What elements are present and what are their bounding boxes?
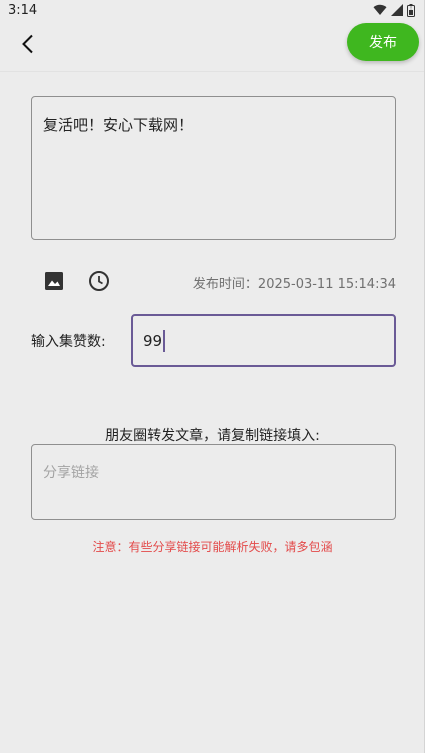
app-bar: 发布: [0, 20, 425, 72]
share-title: 朋友圈转发文章，请复制链接填入:: [105, 428, 320, 444]
content-textarea[interactable]: 复活吧！安心下载网！: [31, 96, 396, 240]
wifi-icon: [373, 4, 387, 16]
likes-input[interactable]: 99: [131, 314, 396, 367]
image-icon[interactable]: [41, 268, 67, 294]
back-button[interactable]: [14, 32, 42, 60]
status-time: 3:14: [8, 2, 38, 18]
tools-row: 发布时间：2025-03-11 15:14:34: [31, 266, 396, 296]
signal-icon: [391, 4, 403, 16]
battery-icon: !: [407, 3, 415, 17]
publish-time-value: 2025-03-11 15:14:34: [257, 277, 396, 292]
likes-value: 99: [143, 331, 163, 350]
status-icons: !: [373, 3, 415, 17]
clock-icon[interactable]: [86, 268, 112, 294]
publish-button[interactable]: 发布: [347, 23, 419, 61]
back-arrow-icon: [21, 34, 35, 58]
status-bar: 3:14 !: [0, 0, 425, 20]
publish-time: 发布时间：2025-03-11 15:14:34: [193, 273, 396, 292]
notice-text: 注意：有些分享链接可能解析失败，请多包涵: [92, 540, 333, 554]
share-link-input[interactable]: 分享链接: [31, 444, 396, 520]
text-caret: [163, 329, 166, 352]
svg-text:!: !: [410, 6, 412, 12]
likes-label: 输入集赞数:: [31, 334, 106, 350]
publish-time-label: 发布时间：: [192, 277, 258, 292]
